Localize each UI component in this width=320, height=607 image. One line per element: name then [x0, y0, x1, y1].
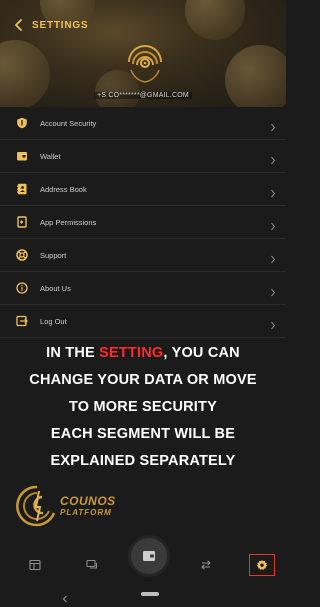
- info-icon: [15, 281, 29, 295]
- chat-icon: [86, 559, 98, 569]
- caption-line-3: TO MORE SECURITY: [69, 399, 217, 415]
- settings-header: SETTINGS +S CO*******@GMAIL.COM: [0, 0, 286, 107]
- caption-line-5: EXPLAINED SEPARATELY: [50, 453, 236, 469]
- menu-item-wallet[interactable]: Wallet: [0, 140, 286, 173]
- menu-item-label: About Us: [40, 283, 71, 293]
- back-button[interactable]: [10, 14, 28, 36]
- user-email: +S CO*******@GMAIL.COM: [0, 92, 286, 99]
- menu-item-label: Log Out: [40, 316, 67, 326]
- menu-item-support[interactable]: Support: [0, 239, 286, 272]
- menu-item-label: Wallet: [40, 151, 61, 161]
- nav-chat-button[interactable]: [85, 558, 99, 572]
- chevron-right-icon: [270, 251, 276, 264]
- nav-settings-button[interactable]: [249, 554, 275, 576]
- chevron-right-icon: [270, 152, 276, 165]
- dashboard-icon: [29, 559, 41, 571]
- menu-item-account-security[interactable]: Account Security: [0, 107, 286, 140]
- coin-decoration: [185, 0, 245, 40]
- nav-wallet-button[interactable]: [131, 538, 167, 574]
- menu-item-label: Support: [40, 250, 67, 260]
- chevron-left-icon: [15, 19, 22, 31]
- chevron-right-icon: [270, 218, 276, 231]
- menu-item-app-permissions[interactable]: App Permissions: [0, 206, 286, 239]
- caption-line-4: EACH SEGMENT WILL BE: [50, 426, 236, 442]
- system-back-button[interactable]: [62, 590, 72, 603]
- menu-item-about-us[interactable]: About Us: [0, 272, 286, 305]
- system-navigation-bar: [0, 588, 286, 607]
- caption-highlight: SETTING: [99, 345, 164, 361]
- bottom-nav: [0, 538, 286, 588]
- caption-text: , YOU CAN: [163, 345, 240, 361]
- nav-dashboard-button[interactable]: [28, 558, 42, 572]
- page-title: SETTINGS: [32, 19, 89, 31]
- menu-item-address-book[interactable]: Address Book: [0, 173, 286, 206]
- caption-text: IN THE: [46, 345, 100, 361]
- address-book-icon: [15, 182, 29, 196]
- brand-subtitle: PLATFORM: [60, 508, 112, 517]
- user-email-text: +S CO*******@GMAIL.COM: [94, 92, 192, 99]
- counos-brand-logo: COUNOS PLATFORM: [16, 483, 126, 529]
- chevron-right-icon: [270, 185, 276, 198]
- system-home-pill[interactable]: [141, 592, 159, 596]
- chevron-right-icon: [270, 119, 276, 132]
- menu-item-log-out[interactable]: Log Out: [0, 305, 286, 338]
- chevron-right-icon: [270, 284, 276, 297]
- menu-item-label: Account Security: [40, 118, 97, 128]
- settings-menu: Account Security Wallet Address Book App…: [0, 107, 286, 338]
- permissions-icon: [15, 215, 29, 229]
- support-icon: [15, 248, 29, 262]
- logout-icon: [15, 314, 29, 328]
- counos-logo-icon: [16, 485, 56, 527]
- menu-item-label: App Permissions: [40, 217, 97, 227]
- shield-icon: [15, 116, 29, 130]
- transfer-icon: [201, 560, 211, 570]
- chevron-left-icon: [62, 595, 67, 603]
- menu-item-label: Address Book: [40, 184, 87, 194]
- wallet-icon: [143, 551, 155, 561]
- caption-line-1: IN THE SETTING, YOU CAN: [0, 340, 286, 367]
- gear-icon: [256, 559, 268, 570]
- chevron-right-icon: [270, 317, 276, 330]
- tutorial-caption: IN THE SETTING, YOU CAN CHANGE YOUR DATA…: [0, 340, 286, 475]
- fingerprint-logo-icon: [128, 45, 162, 83]
- wallet-icon: [15, 149, 29, 163]
- caption-line-2: CHANGE YOUR DATA OR MOVE: [29, 372, 257, 388]
- profile-logo: [125, 40, 165, 84]
- brand-name: COUNOS: [60, 494, 116, 508]
- nav-transfer-button[interactable]: [199, 558, 213, 572]
